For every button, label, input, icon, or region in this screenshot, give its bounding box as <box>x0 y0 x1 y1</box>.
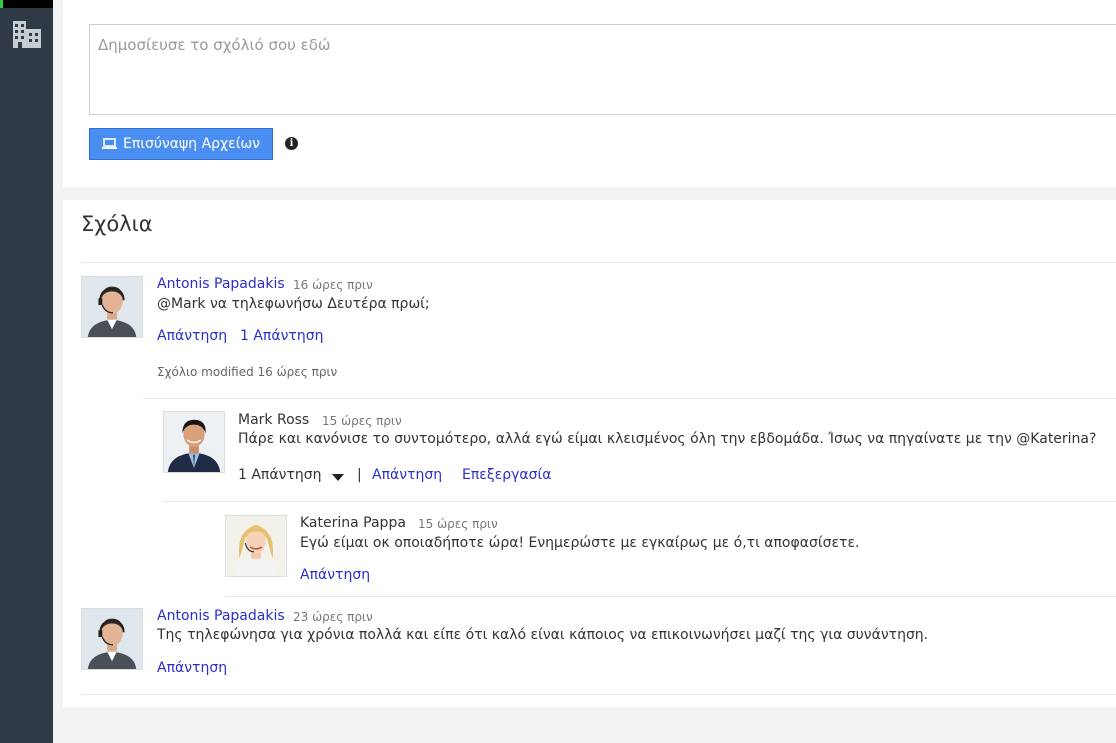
laptop-icon <box>102 138 117 149</box>
attach-files-button[interactable]: Επισύναψη Αρχείων <box>89 128 273 160</box>
reply-link[interactable]: Απάντηση <box>157 328 227 344</box>
comment-time: 23 ώρες πριν <box>293 610 373 624</box>
divider <box>81 262 1116 263</box>
comment-author: Mark Ross <box>238 412 310 428</box>
divider <box>163 501 1116 502</box>
comment-text: Πάρε και κανόνισε το συντομότερο, αλλά ε… <box>238 431 1097 447</box>
reply-link[interactable]: Απάντηση <box>300 567 370 583</box>
sidebar-top-bar <box>0 0 53 8</box>
sidebar <box>0 0 53 743</box>
divider <box>143 398 1116 399</box>
comment-text: Εγώ είμαι οκ οποιαδήποτε ώρα! Ενημερώστε… <box>300 535 860 551</box>
sidebar-accent <box>0 0 3 8</box>
edit-link[interactable]: Επεξεργασία <box>462 467 551 483</box>
comment-text: @Mark να τηλεφωνήσω Δευτέρα πρωί; <box>157 296 430 312</box>
comment-author: Katerina Pappa <box>300 515 406 531</box>
comment-text: Της τηλεφώνησα για χρόνια πολλά και είπε… <box>157 627 929 643</box>
comment-input-placeholder: Δημοσίευσε το σχόλιό σου εδώ <box>98 36 331 54</box>
comment-input[interactable]: Δημοσίευσε το σχόλιό σου εδώ <box>89 24 1116 115</box>
divider <box>225 596 1116 597</box>
replies-count-toggle[interactable]: 1 Απάντηση <box>238 467 321 483</box>
avatar <box>225 515 287 577</box>
compose-panel: Δημοσίευσε το σχόλιό σου εδώ Επισύναψη Α… <box>63 0 1116 187</box>
comment-time: 16 ώρες πριν <box>293 278 373 292</box>
building-icon[interactable] <box>13 21 41 48</box>
avatar <box>81 608 143 670</box>
chevron-down-icon[interactable] <box>332 474 344 481</box>
reply-link[interactable]: Απάντηση <box>157 660 227 676</box>
avatar <box>81 276 143 338</box>
replies-count-link[interactable]: 1 Απάντηση <box>240 328 323 344</box>
comment-time: 15 ώρες πριν <box>322 414 402 428</box>
avatar <box>163 411 225 473</box>
attach-files-label: Επισύναψη Αρχείων <box>123 136 260 152</box>
separator: | <box>357 467 362 483</box>
comment-author[interactable]: Antonis Papadakis <box>157 276 285 292</box>
comment-modified: Σχόλιο modified 16 ώρες πριν <box>157 365 338 379</box>
reply-link[interactable]: Απάντηση <box>372 467 442 483</box>
divider <box>81 694 1116 695</box>
info-icon[interactable]: i <box>285 137 298 150</box>
comments-title: Σχόλια <box>81 212 153 236</box>
comment-author[interactable]: Antonis Papadakis <box>157 608 285 624</box>
comment-time: 15 ώρες πριν <box>418 517 498 531</box>
